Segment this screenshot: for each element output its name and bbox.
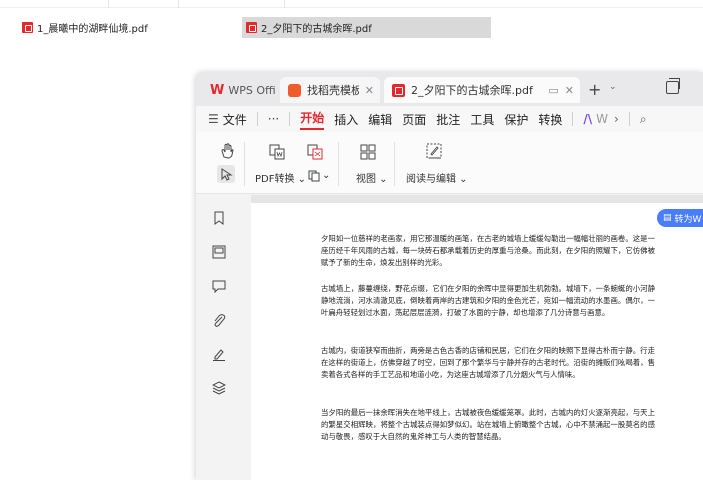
close-icon[interactable]: ✕ bbox=[565, 84, 574, 97]
divider bbox=[572, 112, 574, 126]
menu-page[interactable]: 页面 bbox=[402, 111, 426, 128]
file-name: 2_夕阳下的古城余晖.pdf bbox=[261, 24, 372, 35]
paragraph: 古城墙上，藤蔓缠绕，野花点缀，它们在夕阳的余晖中显得更加生机勃勃。城墙下，一条蜿… bbox=[321, 284, 655, 318]
divider bbox=[289, 112, 291, 126]
select-tool-button[interactable] bbox=[217, 165, 235, 183]
menu-protect[interactable]: 保护 bbox=[504, 111, 528, 128]
view-button[interactable]: 视图 ⌄ bbox=[356, 170, 388, 185]
menu-bar: ☰ 文件 ··· 开始 插入 编辑 页面 批注 工具 保护 转换 /\ W › … bbox=[196, 106, 703, 132]
file-item-1[interactable]: 1_晨曦中的湖畔仙境.pdf bbox=[18, 17, 218, 38]
left-sidebar bbox=[196, 195, 251, 480]
divider bbox=[244, 142, 245, 186]
tab-bar: W WPS Office 找稻壳模板 ✕ 2_夕阳下的古城余晖.pdf ▭ ✕ … bbox=[196, 72, 703, 106]
read-edit-label: 阅读与编辑 bbox=[406, 174, 456, 185]
pdf-file-icon bbox=[246, 22, 257, 33]
document-canvas: 夕阳如一位慈祥的老画家，用它那温暖的画笔，在古老的城墙上缓缓勾勒出一幅幅壮丽的画… bbox=[251, 195, 703, 480]
tab-document[interactable]: 2_夕阳下的古城余晖.pdf ▭ ✕ bbox=[384, 77, 580, 103]
restore-window-icon[interactable] bbox=[666, 78, 680, 94]
pdf-to-excel-icon[interactable] bbox=[307, 144, 323, 160]
new-tab-button[interactable]: + bbox=[588, 80, 601, 99]
paragraph: 古城内，街道狭窄而曲折，两旁是古色古香的店铺和民居，它们在夕阳的映照下显得古朴而… bbox=[321, 346, 655, 380]
chevron-down-icon[interactable]: ⌄ bbox=[609, 82, 617, 92]
divider bbox=[284, 0, 285, 8]
tab-wps-office[interactable]: W WPS Office bbox=[202, 77, 276, 103]
menu-convert[interactable]: 转换 bbox=[538, 111, 562, 128]
pdf-to-word-icon[interactable] bbox=[269, 144, 285, 160]
comment-icon[interactable] bbox=[212, 279, 226, 293]
tab-label: 2_夕阳下的古城余晖.pdf bbox=[411, 84, 533, 97]
paragraph: 当夕阳的最后一抹余晖消失在地平线上，古城被夜色缓缓笼罩。此时，古城内的灯火逐渐亮… bbox=[321, 408, 655, 442]
read-edit-button[interactable]: 阅读与编辑 ⌄ bbox=[406, 170, 468, 185]
read-edit-icon[interactable] bbox=[425, 142, 443, 160]
thumbnail-icon[interactable] bbox=[212, 245, 226, 259]
menu-icon[interactable]: ☰ bbox=[208, 112, 219, 126]
divider bbox=[338, 142, 339, 186]
tab-label: WPS Office bbox=[228, 83, 276, 97]
wps-window: W WPS Office 找稻壳模板 ✕ 2_夕阳下的古城余晖.pdf ▭ ✕ … bbox=[196, 72, 703, 480]
ribbon-toolbar: PDF转换 ⌄ ⌄ 视图 ⌄ 阅读与编辑 ⌄ bbox=[196, 132, 703, 194]
file-item-2-selected[interactable]: 2_夕阳下的古城余晖.pdf bbox=[242, 17, 491, 38]
menu-insert[interactable]: 插入 bbox=[334, 111, 358, 128]
window-icon[interactable]: ▭ bbox=[548, 84, 558, 97]
hand-tool-icon[interactable] bbox=[220, 143, 234, 159]
more-button[interactable]: ··· bbox=[268, 112, 279, 126]
pdf-icon bbox=[392, 83, 405, 97]
top-strip bbox=[0, 0, 703, 8]
convert-label: 转为W bbox=[674, 214, 702, 225]
menu-edit[interactable]: 编辑 bbox=[368, 111, 392, 128]
search-icon[interactable]: ⌕ bbox=[640, 112, 647, 127]
signature-icon[interactable] bbox=[212, 347, 226, 361]
chevron-right-icon[interactable]: › bbox=[614, 112, 619, 126]
menu-start[interactable]: 开始 bbox=[300, 109, 325, 130]
ai-label[interactable]: W bbox=[596, 112, 608, 126]
attachment-icon[interactable] bbox=[212, 313, 226, 327]
menu-file[interactable]: 文件 bbox=[223, 111, 247, 128]
tab-label: 找稻壳模板 bbox=[307, 84, 359, 97]
convert-icon: ▤ bbox=[663, 213, 672, 223]
pdf-file-icon bbox=[22, 22, 33, 33]
view-label: 视图 bbox=[356, 174, 376, 185]
divider bbox=[178, 0, 179, 8]
divider bbox=[108, 0, 109, 8]
divider bbox=[394, 142, 395, 186]
bookmark-icon[interactable] bbox=[212, 211, 226, 225]
close-icon[interactable]: ✕ bbox=[365, 84, 374, 97]
divider bbox=[628, 112, 630, 126]
wps-logo-icon: W bbox=[210, 82, 225, 98]
convert-to-word-button[interactable]: ▤ 转为W bbox=[657, 209, 703, 227]
file-name: 1_晨曦中的湖畔仙境.pdf bbox=[37, 24, 148, 35]
pdf-convert-button[interactable]: PDF转换 ⌄ bbox=[255, 170, 306, 185]
cursor-icon bbox=[221, 168, 233, 181]
view-grid-icon[interactable] bbox=[360, 144, 376, 160]
pdf-convert-label: PDF转换 bbox=[255, 174, 295, 185]
layers-icon[interactable] bbox=[212, 381, 226, 395]
paragraph: 夕阳如一位慈祥的老画家，用它那温暖的画笔，在古老的城墙上缓缓勾勒出一幅幅壮丽的画… bbox=[321, 234, 655, 268]
copy-icon[interactable] bbox=[308, 170, 320, 182]
docer-icon bbox=[288, 83, 301, 97]
menu-annotate[interactable]: 批注 bbox=[436, 111, 460, 128]
tab-docer[interactable]: 找稻壳模板 ✕ bbox=[280, 77, 380, 103]
ai-icon[interactable]: /\ bbox=[583, 112, 592, 126]
divider bbox=[256, 112, 258, 126]
menu-tools[interactable]: 工具 bbox=[470, 111, 494, 128]
pdf-page: 夕阳如一位慈祥的老画家，用它那温暖的画笔，在古老的城墙上缓缓勾勒出一幅幅壮丽的画… bbox=[251, 203, 703, 480]
chevron-down-icon[interactable]: ⌄ bbox=[322, 170, 330, 181]
